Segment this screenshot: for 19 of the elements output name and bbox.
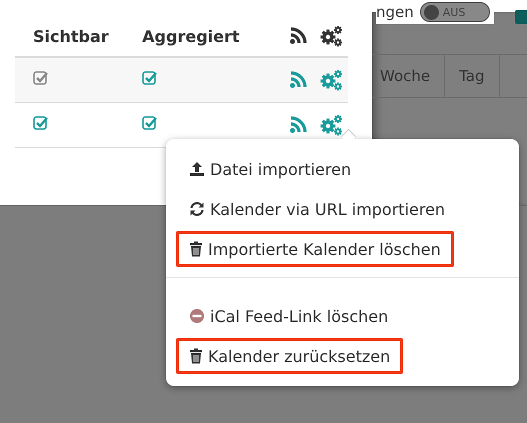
refresh-icon: [189, 201, 205, 217]
minus-circle-icon: [189, 308, 205, 324]
checkbox[interactable]: [33, 70, 49, 86]
upload-icon: [189, 161, 205, 177]
settings-icon[interactable]: [320, 68, 344, 92]
settings-icon: [320, 24, 344, 48]
checkbox[interactable]: [33, 115, 49, 131]
menu-item[interactable]: iCal Feed-Link löschen: [176, 298, 402, 334]
settings-label: ngen: [376, 3, 414, 21]
menu-item[interactable]: Datei importieren: [176, 151, 364, 187]
trash-icon: [189, 241, 203, 257]
trash-icon: [189, 348, 203, 364]
menu-item[interactable]: Kalender via URL importieren: [176, 191, 458, 227]
rss-icon[interactable]: [288, 26, 308, 46]
checkbox[interactable]: [142, 115, 158, 131]
checkbox[interactable]: [142, 70, 158, 86]
menu-item[interactable]: Kalender zurücksetzen: [176, 338, 404, 374]
settings-icon[interactable]: [320, 113, 344, 137]
menu-item[interactable]: Importierte Kalender löschen: [176, 231, 454, 267]
